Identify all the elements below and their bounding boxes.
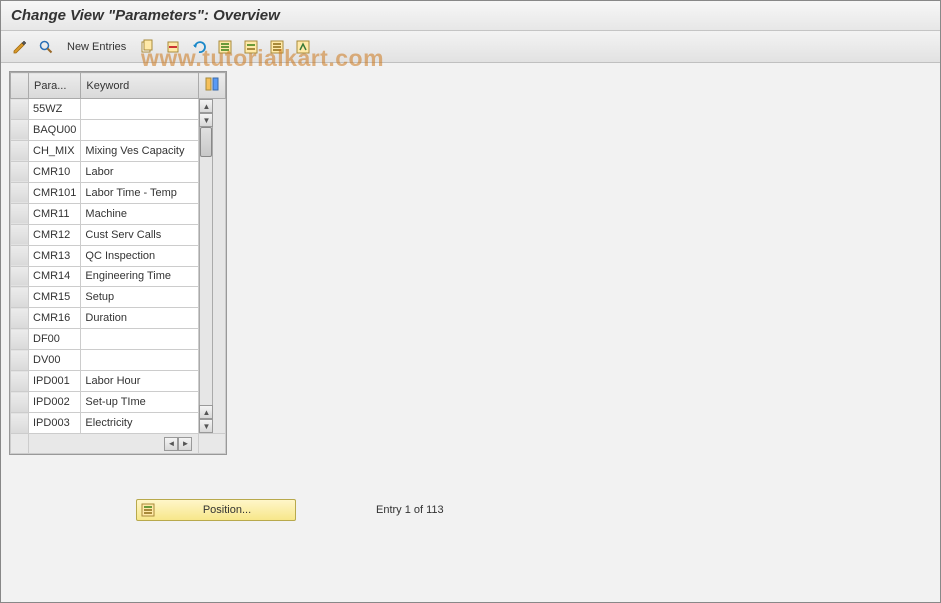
find-icon[interactable] bbox=[35, 36, 57, 58]
row-selector[interactable] bbox=[11, 99, 29, 120]
keyword-cell[interactable] bbox=[81, 350, 199, 371]
table-row: CMR15Setup bbox=[11, 287, 226, 308]
param-cell[interactable]: IPD001 bbox=[29, 371, 81, 392]
toolbar: New Entries bbox=[1, 31, 940, 63]
table-row: CH_MIXMixing Ves Capacity bbox=[11, 140, 226, 161]
horizontal-scroll-left-icon[interactable]: ◄ bbox=[164, 437, 178, 451]
keyword-cell[interactable]: Setup bbox=[81, 287, 199, 308]
row-selector[interactable] bbox=[11, 329, 29, 350]
table-row: CMR12Cust Serv Calls bbox=[11, 224, 226, 245]
copy-as-icon[interactable] bbox=[136, 36, 158, 58]
keyword-cell[interactable] bbox=[81, 329, 199, 350]
row-selector[interactable] bbox=[11, 203, 29, 224]
deselect-all-icon[interactable] bbox=[266, 36, 288, 58]
column-header-keyword[interactable]: Keyword bbox=[81, 73, 199, 99]
keyword-cell[interactable]: QC Inspection bbox=[81, 245, 199, 266]
table-row: DF00 bbox=[11, 329, 226, 350]
scroll-up-step-icon[interactable]: ▲ bbox=[199, 405, 213, 419]
keyword-cell[interactable]: Machine bbox=[81, 203, 199, 224]
toggle-display-change-icon[interactable] bbox=[9, 36, 31, 58]
table-row: DV00 bbox=[11, 350, 226, 371]
page-title: Change View "Parameters": Overview bbox=[11, 7, 930, 24]
keyword-cell[interactable]: Labor Hour bbox=[81, 371, 199, 392]
select-all-column-header[interactable] bbox=[11, 73, 29, 99]
select-all-icon[interactable] bbox=[214, 36, 236, 58]
row-selector[interactable] bbox=[11, 140, 29, 161]
title-bar: Change View "Parameters": Overview bbox=[1, 1, 940, 31]
scroll-down-icon[interactable]: ▼ bbox=[199, 419, 213, 433]
select-block-icon[interactable] bbox=[240, 36, 262, 58]
param-cell[interactable]: DF00 bbox=[29, 329, 81, 350]
horizontal-scroll-right-icon[interactable]: ► bbox=[178, 437, 192, 451]
position-area: Position... Entry 1 of 113 bbox=[136, 499, 444, 521]
table-row: CMR11Machine bbox=[11, 203, 226, 224]
keyword-cell[interactable]: Electricity bbox=[81, 413, 199, 434]
table-row: CMR14Engineering Time bbox=[11, 266, 226, 287]
keyword-cell[interactable]: Labor Time - Temp bbox=[81, 182, 199, 203]
position-button[interactable]: Position... bbox=[136, 499, 296, 521]
row-selector[interactable] bbox=[11, 119, 29, 140]
row-selector[interactable] bbox=[11, 161, 29, 182]
row-selector[interactable] bbox=[11, 392, 29, 413]
table-row: BAQU00 bbox=[11, 119, 226, 140]
table-row: IPD002Set-up TIme bbox=[11, 392, 226, 413]
keyword-cell[interactable] bbox=[81, 99, 199, 120]
param-cell[interactable]: CMR12 bbox=[29, 224, 81, 245]
keyword-cell[interactable] bbox=[81, 119, 199, 140]
param-cell[interactable]: IPD003 bbox=[29, 413, 81, 434]
param-cell[interactable]: CMR14 bbox=[29, 266, 81, 287]
vertical-scrollbar[interactable]: ▲▼▲▼ bbox=[199, 99, 226, 434]
param-cell[interactable]: CMR15 bbox=[29, 287, 81, 308]
keyword-cell[interactable]: Set-up TIme bbox=[81, 392, 199, 413]
scroll-up-icon[interactable]: ▲ bbox=[199, 99, 213, 113]
param-cell[interactable]: CMR10 bbox=[29, 161, 81, 182]
param-cell[interactable]: CMR101 bbox=[29, 182, 81, 203]
parameters-table: Para... Keyword 55WZ▲▼▲▼BAQU00CH_MIXMixi… bbox=[9, 71, 227, 455]
param-cell[interactable]: BAQU00 bbox=[29, 119, 81, 140]
row-selector[interactable] bbox=[11, 287, 29, 308]
keyword-cell[interactable]: Mixing Ves Capacity bbox=[81, 140, 199, 161]
param-cell[interactable]: DV00 bbox=[29, 350, 81, 371]
print-icon[interactable] bbox=[292, 36, 314, 58]
table-row: IPD003Electricity bbox=[11, 413, 226, 434]
row-selector[interactable] bbox=[11, 308, 29, 329]
scroll-thumb[interactable] bbox=[200, 127, 212, 157]
param-cell[interactable]: CMR13 bbox=[29, 245, 81, 266]
keyword-cell[interactable]: Cust Serv Calls bbox=[81, 224, 199, 245]
undo-change-icon[interactable] bbox=[188, 36, 210, 58]
param-cell[interactable]: CMR11 bbox=[29, 203, 81, 224]
table-row: CMR101Labor Time - Temp bbox=[11, 182, 226, 203]
row-selector[interactable] bbox=[11, 371, 29, 392]
keyword-cell[interactable]: Labor bbox=[81, 161, 199, 182]
param-cell[interactable]: 55WZ bbox=[29, 99, 81, 120]
table-row: CMR16Duration bbox=[11, 308, 226, 329]
content-area: Para... Keyword 55WZ▲▼▲▼BAQU00CH_MIXMixi… bbox=[1, 63, 940, 468]
row-selector[interactable] bbox=[11, 224, 29, 245]
table-row: CMR13QC Inspection bbox=[11, 245, 226, 266]
position-button-label: Position... bbox=[163, 504, 291, 516]
row-selector[interactable] bbox=[11, 266, 29, 287]
param-cell[interactable]: IPD002 bbox=[29, 392, 81, 413]
entry-count-text: Entry 1 of 113 bbox=[376, 504, 444, 516]
param-cell[interactable]: CH_MIX bbox=[29, 140, 81, 161]
param-cell[interactable]: CMR16 bbox=[29, 308, 81, 329]
new-entries-button[interactable]: New Entries bbox=[61, 38, 132, 56]
table-row: CMR10Labor bbox=[11, 161, 226, 182]
table-row: 55WZ▲▼▲▼ bbox=[11, 99, 226, 120]
scroll-track[interactable] bbox=[199, 127, 213, 405]
scroll-down-step-icon[interactable]: ▼ bbox=[199, 113, 213, 127]
row-selector[interactable] bbox=[11, 245, 29, 266]
table-row: IPD001Labor Hour bbox=[11, 371, 226, 392]
position-icon bbox=[141, 503, 155, 517]
keyword-cell[interactable]: Engineering Time bbox=[81, 266, 199, 287]
column-header-param[interactable]: Para... bbox=[29, 73, 81, 99]
row-selector[interactable] bbox=[11, 350, 29, 371]
row-selector[interactable] bbox=[11, 413, 29, 434]
table-configuration-header[interactable] bbox=[199, 73, 226, 99]
row-selector[interactable] bbox=[11, 182, 29, 203]
keyword-cell[interactable]: Duration bbox=[81, 308, 199, 329]
delete-icon[interactable] bbox=[162, 36, 184, 58]
